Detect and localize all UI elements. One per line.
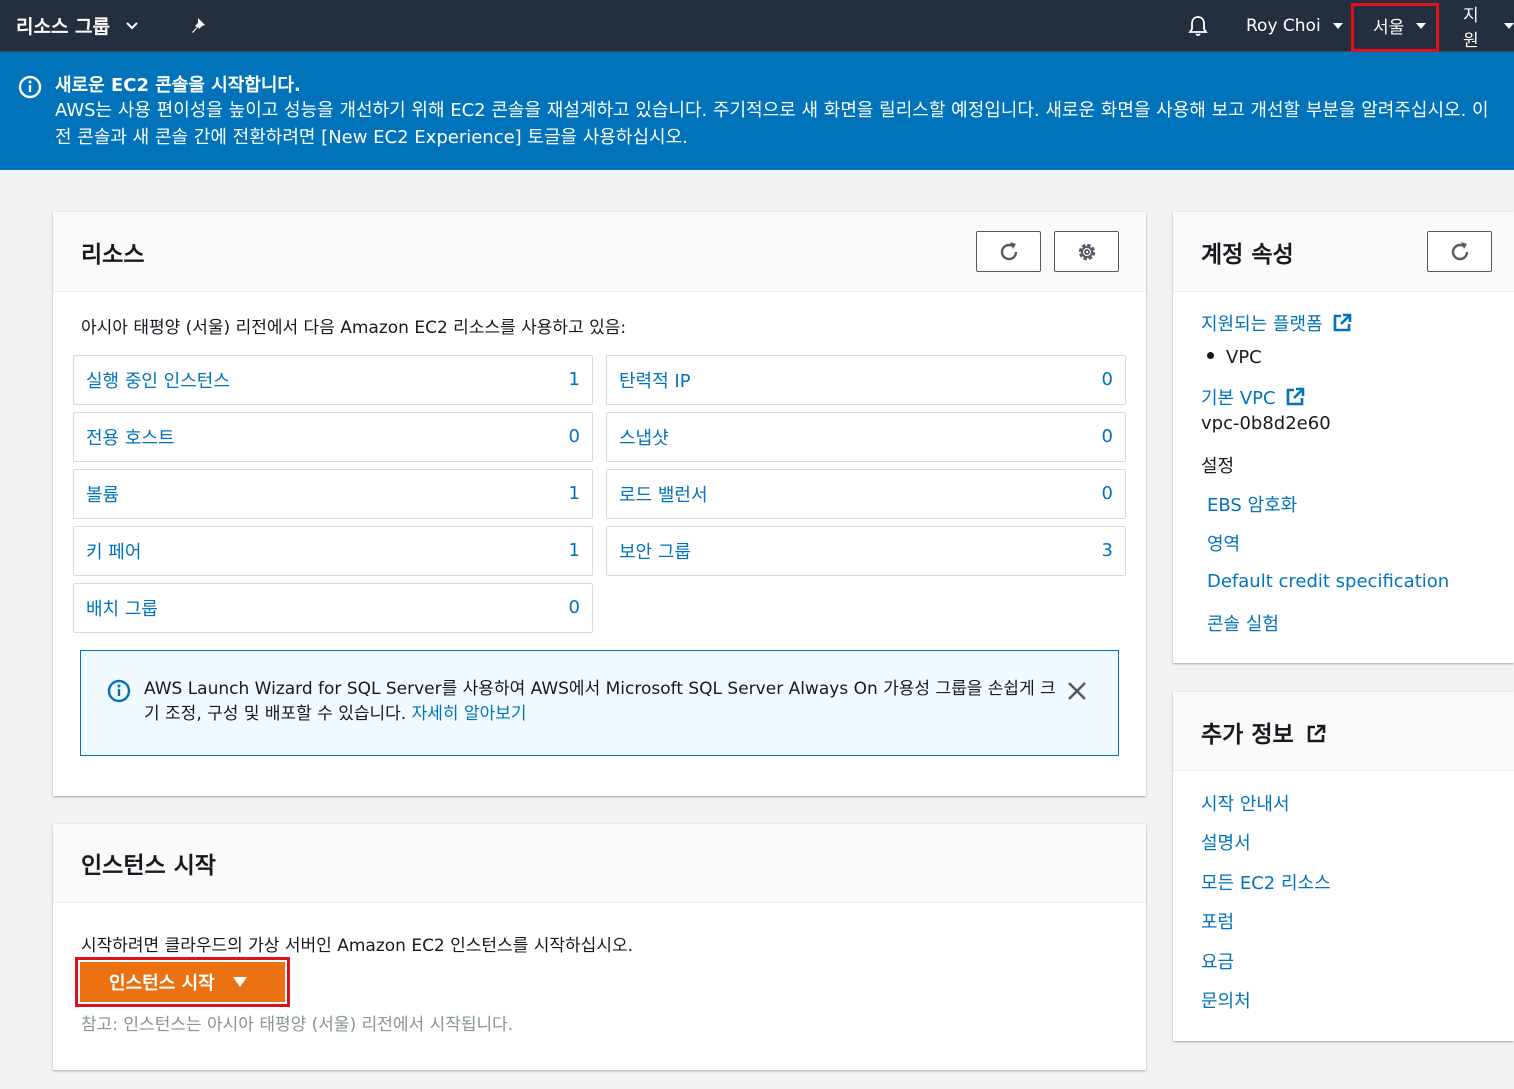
resource-card-key-pairs[interactable]: 키 페어 1	[73, 526, 593, 576]
refresh-button[interactable]	[976, 231, 1041, 272]
caret-down-icon	[1504, 22, 1514, 29]
region-highlight	[1351, 3, 1439, 52]
resource-label: 키 페어	[86, 542, 142, 563]
external-link-icon	[1333, 313, 1352, 332]
account-title: 계정 속성	[1201, 242, 1294, 268]
user-name: Roy Choi	[1246, 15, 1321, 36]
resource-count: 1	[568, 369, 580, 390]
more-header: 추가 정보	[1173, 692, 1514, 771]
account-attributes-panel: 계정 속성 지원되는 플랫폼 VPC 기본 VPC vpc-0b8d2e60 설…	[1173, 212, 1514, 663]
resource-count: 3	[1101, 540, 1113, 561]
documentation-link[interactable]: 설명서	[1201, 829, 1251, 855]
launch-instance-panel: 인스턴스 시작 시작하려면 클라우드의 가상 서버인 Amazon EC2 인스…	[53, 824, 1146, 1070]
launch-note: 참고: 인스턴스는 아시아 태평양 (서울) 리전에서 시작됩니다.	[81, 1015, 514, 1035]
more-title: 추가 정보	[1201, 715, 1326, 749]
settings-button[interactable]	[1054, 231, 1119, 272]
resource-card-security-groups[interactable]: 보안 그룹 3	[606, 526, 1126, 576]
banner-title: 새로운 EC2 콘솔을 시작합니다.	[55, 75, 301, 96]
resource-card-volumes[interactable]: 볼륨 1	[73, 469, 593, 519]
vpc-id: vpc-0b8d2e60	[1201, 413, 1331, 434]
resource-label: 스냅샷	[619, 428, 669, 449]
resource-count: 0	[1101, 369, 1113, 390]
external-link-icon	[1286, 387, 1304, 406]
resource-label: 전용 호스트	[86, 428, 175, 449]
resource-groups-menu[interactable]: 리소스 그룹	[16, 0, 138, 51]
close-icon[interactable]	[1066, 680, 1088, 702]
new-console-banner: 새로운 EC2 콘솔을 시작합니다. AWS는 사용 편이성을 높이고 성능을 …	[0, 52, 1514, 170]
account-header: 계정 속성	[1173, 212, 1514, 292]
user-menu[interactable]: Roy Choi	[1246, 0, 1343, 51]
chevron-down-icon	[126, 21, 138, 29]
resource-card-snapshots[interactable]: 스냅샷 0	[606, 412, 1126, 462]
default-vpc-label: 기본 VPC	[1201, 388, 1276, 409]
external-link-icon	[1307, 724, 1325, 743]
resource-card-elastic-ip[interactable]: 탄력적 IP 0	[606, 355, 1126, 405]
supported-platforms-label: 지원되는 플랫폼	[1201, 314, 1323, 335]
launch-header: 인스턴스 시작	[53, 824, 1146, 903]
more-title-text: 추가 정보	[1201, 722, 1294, 748]
contact-us-link[interactable]: 문의처	[1201, 987, 1251, 1013]
settings-label: 설정	[1201, 456, 1235, 477]
bell-icon[interactable]	[1186, 0, 1210, 51]
resource-card-running-instances[interactable]: 실행 중인 인스턴스 1	[73, 355, 593, 405]
gear-icon	[1078, 243, 1095, 260]
platform-value: VPC	[1226, 347, 1262, 368]
account-refresh-button[interactable]	[1427, 231, 1492, 272]
resource-card-placement-groups[interactable]: 배치 그룹 0	[73, 583, 593, 633]
refresh-icon	[1000, 241, 1017, 260]
refresh-icon	[1451, 241, 1468, 260]
default-credit-link[interactable]: Default credit specification	[1207, 571, 1449, 592]
platform-list-item: VPC	[1207, 347, 1262, 368]
resource-groups-label: 리소스 그룹	[16, 16, 111, 38]
support-menu[interactable]: 지원	[1463, 0, 1514, 51]
default-vpc-link[interactable]: 기본 VPC	[1201, 384, 1305, 410]
resource-card-dedicated-hosts[interactable]: 전용 호스트 0	[73, 412, 593, 462]
launch-wizard-alert: AWS Launch Wizard for SQL Server를 사용하여 A…	[80, 650, 1119, 756]
caret-down-icon	[1332, 22, 1343, 29]
resource-label: 볼륨	[86, 485, 120, 506]
bullet-icon	[1207, 352, 1214, 359]
ebs-encryption-link[interactable]: EBS 암호화	[1207, 491, 1297, 517]
supported-platforms-link[interactable]: 지원되는 플랫폼	[1201, 310, 1352, 336]
launch-button-highlight	[75, 957, 290, 1007]
support-label: 지원	[1463, 5, 1479, 51]
resource-count: 0	[1101, 483, 1113, 504]
learn-more-link[interactable]: 자세히 알아보기	[412, 704, 527, 724]
launch-intro: 시작하려면 클라우드의 가상 서버인 Amazon EC2 인스턴스를 시작하십…	[81, 936, 634, 956]
resource-count: 0	[568, 426, 580, 447]
resource-card-load-balancers[interactable]: 로드 밸런서 0	[606, 469, 1126, 519]
launch-title: 인스턴스 시작	[81, 853, 216, 879]
resource-count: 0	[1101, 426, 1113, 447]
resource-label: 보안 그룹	[619, 542, 691, 563]
additional-info-panel: 추가 정보 시작 안내서 설명서 모든 EC2 리소스 포럼 요금 문의처	[1173, 692, 1514, 1041]
forums-link[interactable]: 포럼	[1201, 908, 1234, 934]
resource-count: 1	[568, 540, 580, 561]
top-nav: 리소스 그룹 Roy Choi 서울 지원	[0, 0, 1514, 52]
resources-header: 리소스	[53, 212, 1146, 292]
resource-count: 1	[568, 483, 580, 504]
alert-message: AWS Launch Wizard for SQL Server를 사용하여 A…	[144, 677, 1064, 727]
info-icon	[107, 679, 131, 703]
getting-started-link[interactable]: 시작 안내서	[1201, 790, 1290, 816]
resource-label: 실행 중인 인스턴스	[86, 371, 230, 392]
resource-label: 배치 그룹	[86, 599, 158, 620]
resources-panel: 리소스 아시아 태평양 (서울) 리전에서 다음 Amazon EC2 리소스를…	[53, 212, 1146, 796]
all-ec2-resources-link[interactable]: 모든 EC2 리소스	[1201, 869, 1331, 895]
banner-body: AWS는 사용 편이성을 높이고 성능을 개선하기 위해 EC2 콘솔을 재설계…	[55, 100, 1489, 148]
pin-icon[interactable]	[190, 0, 210, 51]
zones-link[interactable]: 영역	[1207, 530, 1240, 556]
console-experiments-link[interactable]: 콘솔 실험	[1207, 610, 1279, 636]
pricing-link[interactable]: 요금	[1201, 948, 1234, 974]
resource-label: 로드 밸런서	[619, 485, 708, 506]
info-icon	[18, 75, 42, 99]
resources-intro: 아시아 태평양 (서울) 리전에서 다음 Amazon EC2 리소스를 사용하…	[81, 318, 627, 338]
alert-text: AWS Launch Wizard for SQL Server를 사용하여 A…	[144, 679, 1056, 724]
resource-count: 0	[568, 597, 580, 618]
resources-title: 리소스	[81, 242, 145, 268]
resource-label: 탄력적 IP	[619, 371, 691, 392]
